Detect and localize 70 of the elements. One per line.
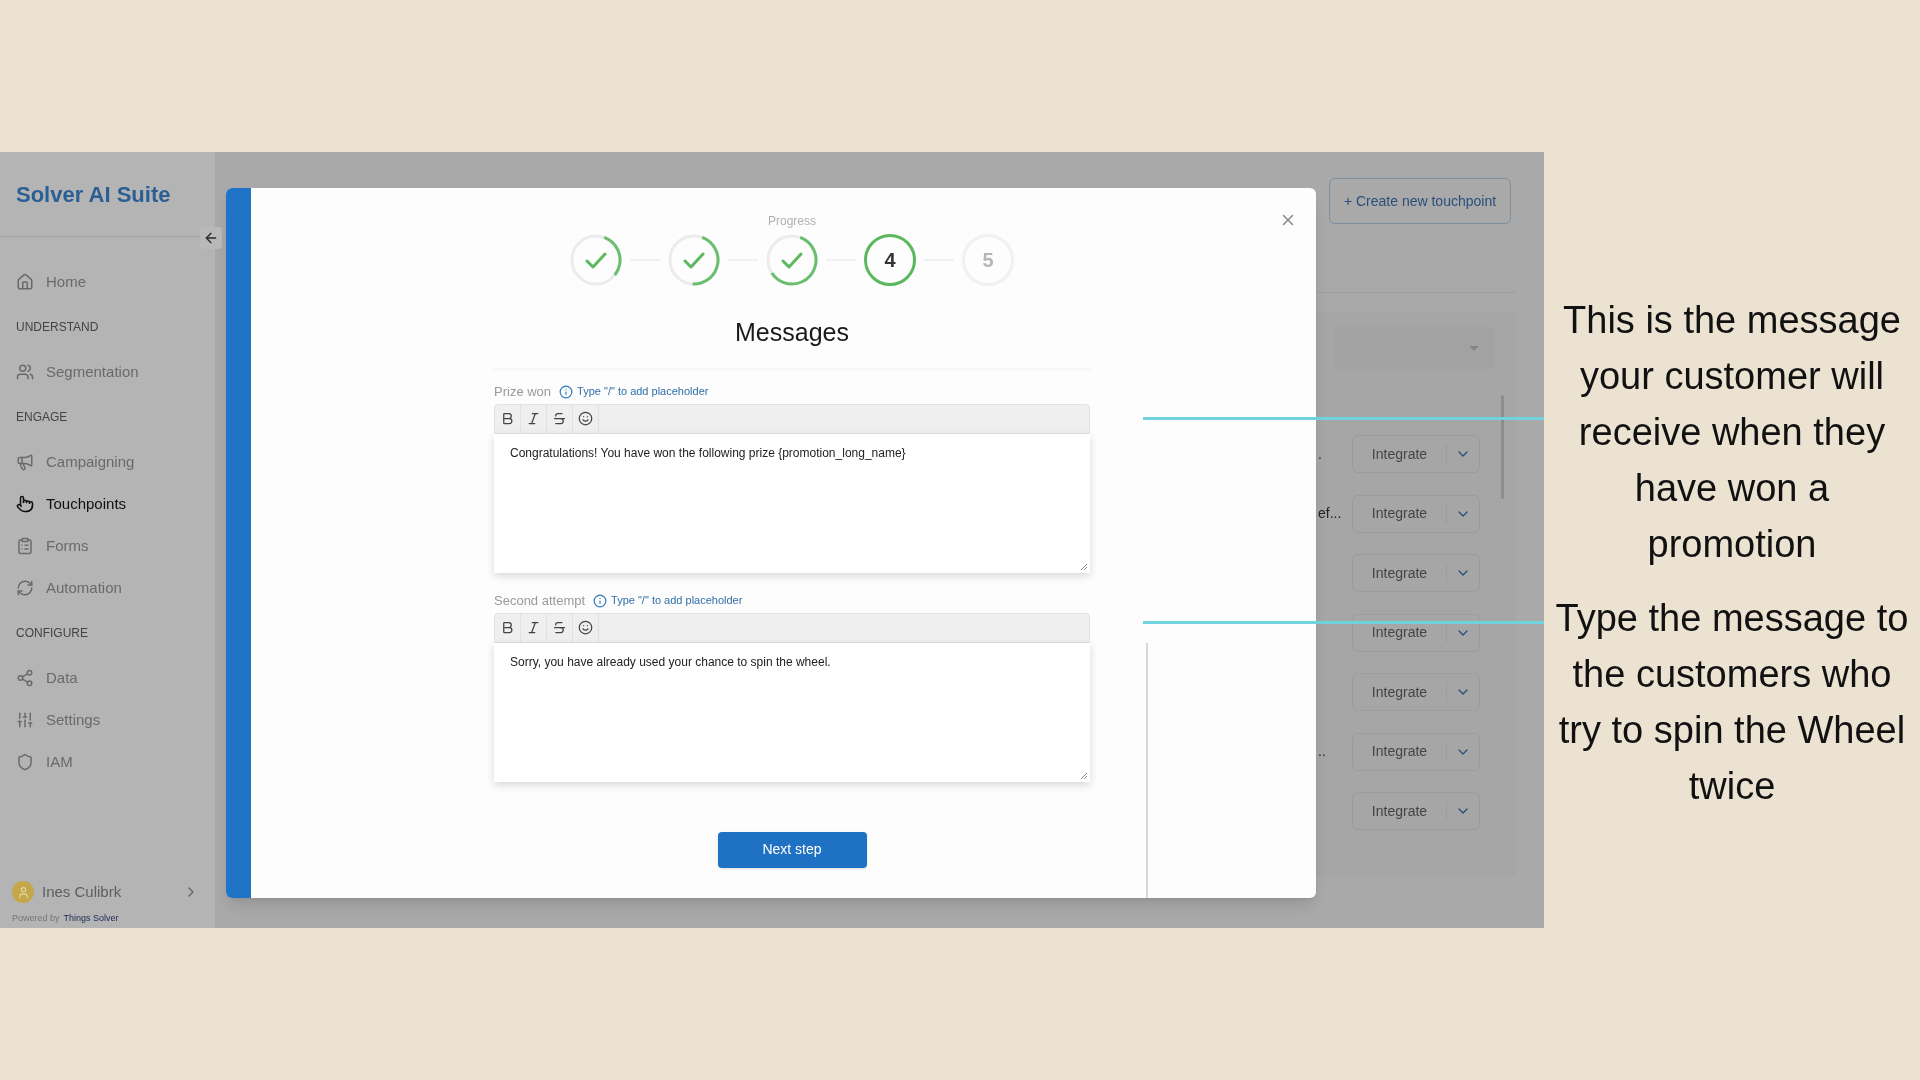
nav-item[interactable]: Home <box>0 261 215 303</box>
nav-item[interactable]: Campaigning <box>0 441 215 483</box>
integrate-split-button[interactable]: Integrate <box>1352 494 1480 533</box>
clipboard-icon <box>16 537 34 555</box>
integrate-split-button[interactable]: Integrate <box>1352 732 1480 771</box>
emoji-icon <box>578 411 593 426</box>
progress-label: Progress <box>768 213 816 230</box>
integrate-label[interactable]: Integrate <box>1353 741 1446 762</box>
info-icon <box>559 384 574 399</box>
row-text: . <box>1318 444 1323 464</box>
integrate-split-button[interactable]: Integrate <box>1352 554 1480 592</box>
integrate-split-button[interactable]: Integrate <box>1352 435 1480 473</box>
italic-icon <box>526 620 541 635</box>
nav-item[interactable]: Segmentation <box>0 351 215 393</box>
hint-text: Type "/" to add placeholder <box>611 593 743 609</box>
integrate-label[interactable]: Integrate <box>1353 800 1446 822</box>
bold-icon <box>500 411 515 426</box>
emoji-icon <box>578 620 593 635</box>
integrate-split-button[interactable]: Integrate <box>1352 792 1480 830</box>
hand-icon <box>16 495 34 513</box>
row-text: ef... <box>1318 504 1343 523</box>
nav-item[interactable]: IAM <box>0 741 215 783</box>
user-name[interactable]: Ines Culibrk <box>42 880 122 904</box>
resize-handle-icon <box>1080 771 1088 780</box>
italic-icon <box>526 411 541 426</box>
company-link[interactable]: Things Solver <box>63 912 119 924</box>
message-textarea[interactable]: Sorry, you have already used your chance to spin the wheel. <box>494 642 1090 782</box>
strikethrough-icon <box>552 620 567 635</box>
row-text: .. <box>1318 742 1327 761</box>
integrate-label[interactable]: Integrate <box>1353 622 1446 643</box>
dialog-title: Messages <box>735 317 849 348</box>
shield-icon <box>16 753 34 771</box>
nav-item[interactable]: Settings <box>0 699 215 741</box>
info-icon <box>593 593 608 608</box>
field-label: Second attempt <box>494 591 586 610</box>
home-icon <box>16 273 34 291</box>
annotation-text: Type the message to the customers who try to spin the Wheel twice <box>1554 596 1910 809</box>
integrate-label[interactable]: Integrate <box>1353 443 1446 465</box>
annotation-text: This is the message your customer will receive when they have won a promotion <box>1562 298 1902 567</box>
integrate-label[interactable]: Integrate <box>1353 503 1446 524</box>
megaphone-icon <box>16 453 34 471</box>
upcoming-step: 5 <box>962 234 1014 286</box>
nodes-icon <box>16 669 34 687</box>
integrate-label[interactable]: Integrate <box>1353 681 1446 703</box>
message-textarea[interactable]: Congratulations! You have won the following prize {promotion_long_name} <box>494 433 1090 573</box>
current-step: 4 <box>864 234 916 286</box>
integrate-label[interactable]: Integrate <box>1353 562 1446 584</box>
hint-text: Type "/" to add placeholder <box>577 384 709 400</box>
nav-item[interactable]: Automation <box>0 567 215 609</box>
next-step-button[interactable]: Next step <box>717 831 867 868</box>
collapse-button[interactable] <box>200 227 222 249</box>
strikethrough-icon <box>552 411 567 426</box>
section-heading: ENGAGE <box>16 409 68 426</box>
refresh-icon <box>16 579 34 597</box>
bold-icon <box>500 620 515 635</box>
nav-item[interactable]: Forms <box>0 525 215 567</box>
resize-handle-icon <box>1080 562 1088 571</box>
avatar-icon <box>12 881 34 903</box>
sliders-icon <box>16 711 34 729</box>
dropdown-field[interactable] <box>1335 327 1495 369</box>
nav-item[interactable]: Touchpoints <box>0 483 215 525</box>
create-touchpoint-button[interactable]: + Create new touchpoint <box>1329 178 1511 224</box>
section-heading: UNDERSTAND <box>16 319 99 336</box>
integrate-split-button[interactable]: Integrate <box>1352 673 1480 711</box>
brand-title: Solver AI Suite <box>16 180 171 209</box>
section-heading: CONFIGURE <box>16 625 88 642</box>
nav-item[interactable]: Data <box>0 657 215 699</box>
people-icon <box>16 363 34 381</box>
field-label: Prize won <box>494 382 552 401</box>
caret-down-icon <box>1469 345 1479 351</box>
